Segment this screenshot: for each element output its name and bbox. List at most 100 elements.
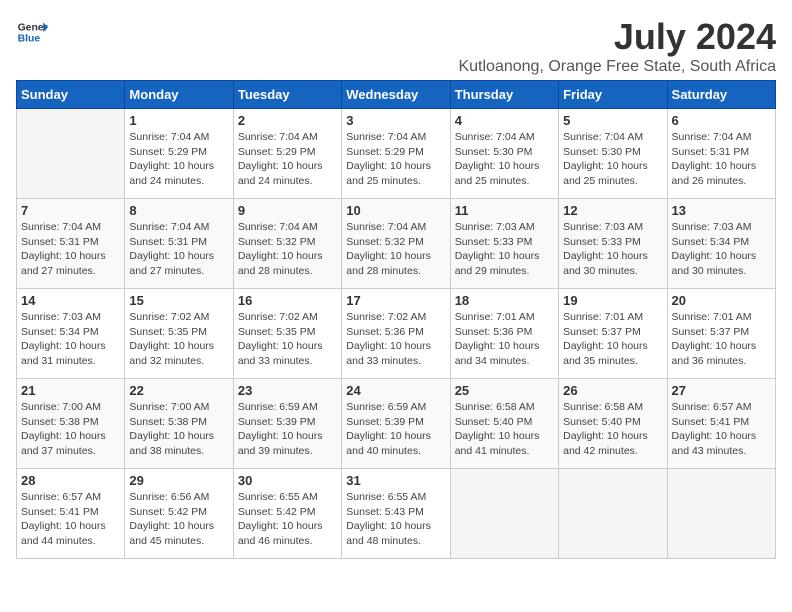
calendar-cell [559, 469, 667, 559]
day-number: 4 [455, 113, 554, 128]
day-info: Sunrise: 7:04 AMSunset: 5:32 PMDaylight:… [346, 220, 445, 279]
calendar-cell: 28 Sunrise: 6:57 AMSunset: 5:41 PMDayligh… [17, 469, 125, 559]
calendar-cell: 20Sunrise: 7:01 AMSunset: 5:37 PMDayligh… [667, 289, 775, 379]
day-info: Sunrise: 7:04 AMSunset: 5:32 PMDaylight:… [238, 220, 337, 279]
day-number: 9 [238, 203, 337, 218]
calendar-cell: 18Sunrise: 7:01 AMSunset: 5:36 PMDayligh… [450, 289, 558, 379]
day-number: 6 [672, 113, 771, 128]
day-number: 10 [346, 203, 445, 218]
calendar-cell: 2 Sunrise: 7:04 AMSunset: 5:29 PMDaylight… [233, 109, 341, 199]
calendar-cell: 10 Sunrise: 7:04 AMSunset: 5:32 PMDayligh… [342, 199, 450, 289]
day-info: Sunrise: 7:00 AMSunset: 5:38 PMDaylight:… [21, 400, 120, 459]
day-number: 22 [129, 383, 228, 398]
calendar-cell: 4 Sunrise: 7:04 AMSunset: 5:30 PMDaylight… [450, 109, 558, 199]
day-info: Sunrise: 7:02 AMSunset: 5:35 PMDaylight:… [129, 310, 228, 369]
main-title: July 2024 [458, 16, 776, 58]
day-number: 13 [672, 203, 771, 218]
svg-text:Blue: Blue [18, 34, 41, 45]
calendar-cell [667, 469, 775, 559]
day-number: 15 [129, 293, 228, 308]
day-info: Sunrise: 7:04 AMSunset: 5:31 PMDaylight:… [129, 220, 228, 279]
calendar-cell: 24 Sunrise: 6:59 AMSunset: 5:39 PMDayligh… [342, 379, 450, 469]
calendar-cell: 8 Sunrise: 7:04 AMSunset: 5:31 PMDaylight… [125, 199, 233, 289]
day-header-wednesday: Wednesday [342, 81, 450, 109]
calendar-cell: 29Sunrise: 6:56 AMSunset: 5:42 PMDayligh… [125, 469, 233, 559]
calendar-week-row: 28 Sunrise: 6:57 AMSunset: 5:41 PMDayligh… [17, 469, 776, 559]
day-header-friday: Friday [559, 81, 667, 109]
title-area: July 2024 Kutloanong, Orange Free State,… [458, 16, 776, 76]
day-number: 11 [455, 203, 554, 218]
day-info: Sunrise: 7:04 AMSunset: 5:30 PMDaylight:… [563, 130, 662, 189]
day-number: 29 [129, 473, 228, 488]
calendar-week-row: 14 Sunrise: 7:03 AMSunset: 5:34 PMDayligh… [17, 289, 776, 379]
day-info: Sunrise: 7:03 AMSunset: 5:34 PMDaylight:… [672, 220, 771, 279]
day-header-saturday: Saturday [667, 81, 775, 109]
calendar-cell: 22Sunrise: 7:00 AMSunset: 5:38 PMDayligh… [125, 379, 233, 469]
day-number: 27 [672, 383, 771, 398]
day-number: 12 [563, 203, 662, 218]
day-number: 28 [21, 473, 120, 488]
day-header-monday: Monday [125, 81, 233, 109]
day-info: Sunrise: 6:58 AMSunset: 5:40 PMDaylight:… [563, 400, 662, 459]
calendar-cell: 6 Sunrise: 7:04 AMSunset: 5:31 PMDaylight… [667, 109, 775, 199]
calendar-week-row: 21 Sunrise: 7:00 AMSunset: 5:38 PMDayligh… [17, 379, 776, 469]
day-info: Sunrise: 6:55 AMSunset: 5:43 PMDaylight:… [346, 490, 445, 549]
day-number: 24 [346, 383, 445, 398]
calendar-cell: 9 Sunrise: 7:04 AMSunset: 5:32 PMDaylight… [233, 199, 341, 289]
calendar-cell: 26 Sunrise: 6:58 AMSunset: 5:40 PMDayligh… [559, 379, 667, 469]
page-header: General Blue July 2024 Kutloanong, Orang… [16, 16, 776, 76]
day-number: 23 [238, 383, 337, 398]
day-header-tuesday: Tuesday [233, 81, 341, 109]
calendar-header-row: SundayMondayTuesdayWednesdayThursdayFrid… [17, 81, 776, 109]
day-number: 1 [129, 113, 228, 128]
day-info: Sunrise: 7:04 AMSunset: 5:29 PMDaylight:… [346, 130, 445, 189]
calendar-cell: 11Sunrise: 7:03 AMSunset: 5:33 PMDayligh… [450, 199, 558, 289]
day-number: 7 [21, 203, 120, 218]
logo: General Blue [16, 16, 48, 48]
calendar-cell: 7 Sunrise: 7:04 AMSunset: 5:31 PMDaylight… [17, 199, 125, 289]
day-info: Sunrise: 7:04 AMSunset: 5:31 PMDaylight:… [21, 220, 120, 279]
day-info: Sunrise: 6:58 AMSunset: 5:40 PMDaylight:… [455, 400, 554, 459]
day-number: 14 [21, 293, 120, 308]
calendar-week-row: 1 Sunrise: 7:04 AMSunset: 5:29 PMDaylight… [17, 109, 776, 199]
day-number: 16 [238, 293, 337, 308]
day-info: Sunrise: 6:59 AMSunset: 5:39 PMDaylight:… [346, 400, 445, 459]
calendar-cell: 14 Sunrise: 7:03 AMSunset: 5:34 PMDayligh… [17, 289, 125, 379]
day-number: 25 [455, 383, 554, 398]
day-number: 2 [238, 113, 337, 128]
day-number: 3 [346, 113, 445, 128]
day-number: 17 [346, 293, 445, 308]
calendar-table: SundayMondayTuesdayWednesdayThursdayFrid… [16, 80, 776, 559]
day-info: Sunrise: 6:57 AMSunset: 5:41 PMDaylight:… [21, 490, 120, 549]
day-info: Sunrise: 7:04 AMSunset: 5:30 PMDaylight:… [455, 130, 554, 189]
day-number: 5 [563, 113, 662, 128]
day-number: 8 [129, 203, 228, 218]
day-info: Sunrise: 7:04 AMSunset: 5:31 PMDaylight:… [672, 130, 771, 189]
calendar-cell: 30 Sunrise: 6:55 AMSunset: 5:42 PMDayligh… [233, 469, 341, 559]
calendar-week-row: 7 Sunrise: 7:04 AMSunset: 5:31 PMDaylight… [17, 199, 776, 289]
day-number: 21 [21, 383, 120, 398]
day-info: Sunrise: 6:55 AMSunset: 5:42 PMDaylight:… [238, 490, 337, 549]
calendar-cell [17, 109, 125, 199]
day-info: Sunrise: 7:03 AMSunset: 5:34 PMDaylight:… [21, 310, 120, 369]
calendar-cell: 19Sunrise: 7:01 AMSunset: 5:37 PMDayligh… [559, 289, 667, 379]
calendar-cell: 1Sunrise: 7:04 AMSunset: 5:29 PMDaylight… [125, 109, 233, 199]
calendar-cell: 21 Sunrise: 7:00 AMSunset: 5:38 PMDayligh… [17, 379, 125, 469]
day-info: Sunrise: 7:02 AMSunset: 5:36 PMDaylight:… [346, 310, 445, 369]
calendar-cell: 23 Sunrise: 6:59 AMSunset: 5:39 PMDayligh… [233, 379, 341, 469]
day-info: Sunrise: 7:02 AMSunset: 5:35 PMDaylight:… [238, 310, 337, 369]
calendar-cell: 3 Sunrise: 7:04 AMSunset: 5:29 PMDaylight… [342, 109, 450, 199]
calendar-cell: 15 Sunrise: 7:02 AMSunset: 5:35 PMDayligh… [125, 289, 233, 379]
calendar-cell: 12Sunrise: 7:03 AMSunset: 5:33 PMDayligh… [559, 199, 667, 289]
calendar-cell: 17 Sunrise: 7:02 AMSunset: 5:36 PMDayligh… [342, 289, 450, 379]
day-number: 19 [563, 293, 662, 308]
day-number: 26 [563, 383, 662, 398]
day-number: 30 [238, 473, 337, 488]
day-info: Sunrise: 7:01 AMSunset: 5:36 PMDaylight:… [455, 310, 554, 369]
day-info: Sunrise: 7:04 AMSunset: 5:29 PMDaylight:… [238, 130, 337, 189]
calendar-cell: 5 Sunrise: 7:04 AMSunset: 5:30 PMDaylight… [559, 109, 667, 199]
day-info: Sunrise: 7:01 AMSunset: 5:37 PMDaylight:… [672, 310, 771, 369]
calendar-cell: 13 Sunrise: 7:03 AMSunset: 5:34 PMDayligh… [667, 199, 775, 289]
calendar-cell: 16 Sunrise: 7:02 AMSunset: 5:35 PMDayligh… [233, 289, 341, 379]
day-info: Sunrise: 6:59 AMSunset: 5:39 PMDaylight:… [238, 400, 337, 459]
